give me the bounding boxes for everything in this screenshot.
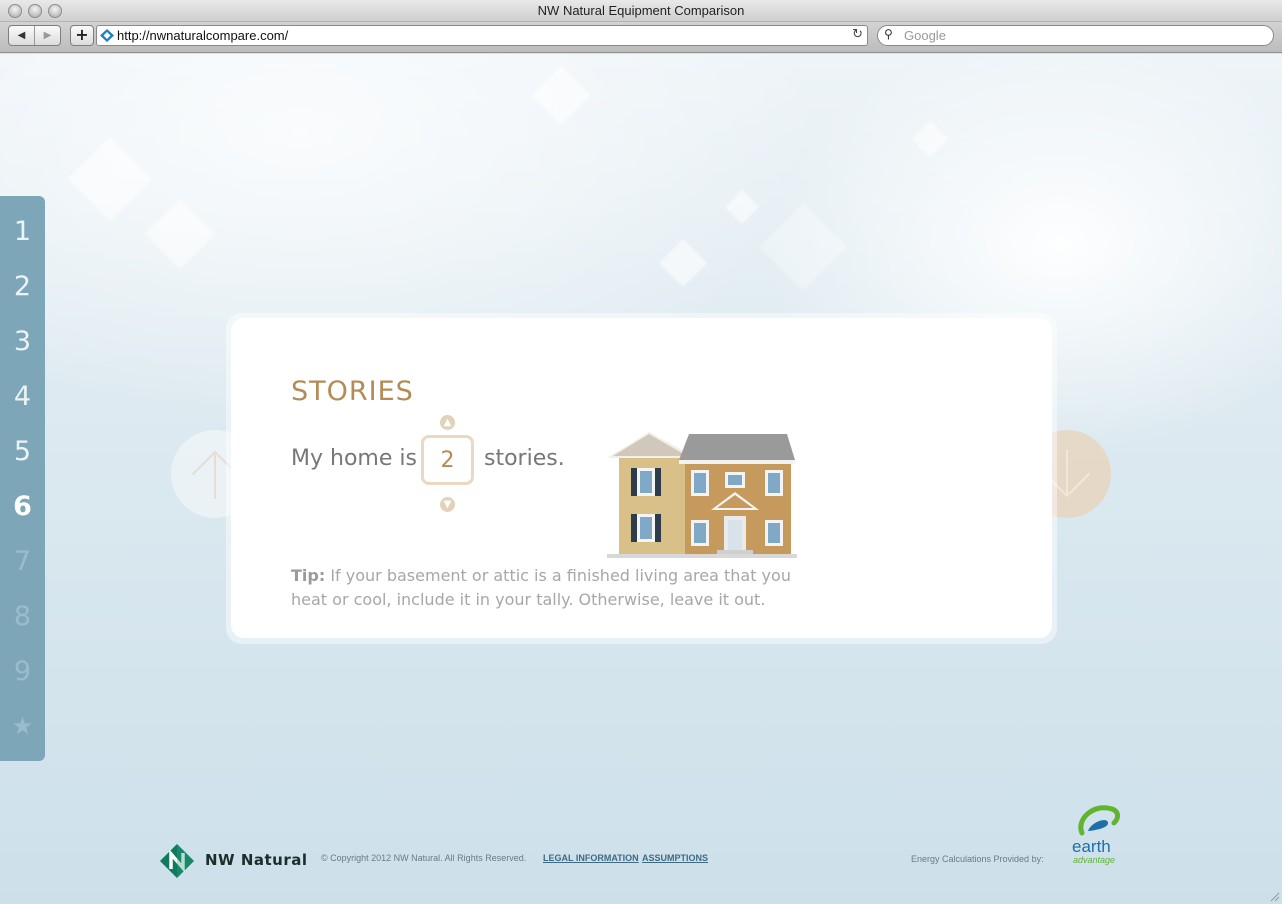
reload-icon[interactable]: ↻ [852, 27, 863, 42]
nw-natural-logo-icon[interactable] [160, 844, 194, 878]
back-button[interactable]: ◀ [9, 26, 34, 45]
assumptions-link[interactable]: ASSUMPTIONS [642, 853, 708, 863]
search-icon: ⚲ [884, 27, 893, 41]
decor-diamond [759, 203, 847, 291]
decor-diamond [725, 190, 759, 224]
step-results-star-icon[interactable]: ★ [0, 699, 45, 754]
tip-label: Tip: [291, 566, 326, 585]
plus-icon: + [75, 25, 89, 44]
decor-diamond [531, 65, 591, 125]
resize-grip-icon[interactable] [1268, 890, 1280, 902]
legal-information-link[interactable]: LEGAL INFORMATION [543, 853, 639, 863]
search-input[interactable] [904, 28, 1264, 43]
address-bar[interactable]: http://nwnaturalcompare.com/ ↻ [96, 25, 868, 46]
step-9[interactable]: 9 [0, 644, 45, 699]
question-card: STORIES My home is ▲ ▼ stories. [231, 318, 1052, 638]
house-illustration [607, 432, 797, 558]
step-6-current[interactable]: 6 [0, 479, 45, 534]
increment-button[interactable]: ▲ [440, 415, 455, 430]
decor-diamond [67, 136, 153, 222]
chevron-down-icon: ▼ [443, 499, 452, 510]
brand-name: NW Natural [205, 851, 308, 869]
step-navigation: 1 2 3 4 5 6 7 8 9 ★ [0, 196, 45, 761]
window-titlebar: NW Natural Equipment Comparison [0, 0, 1282, 22]
energy-credit-text: Energy Calculations Provided by: [911, 854, 1044, 864]
step-5[interactable]: 5 [0, 424, 45, 479]
tip-body: If your basement or attic is a finished … [291, 566, 791, 609]
history-buttons: ◀ ▶ [8, 25, 61, 46]
partner-name: earth [1072, 837, 1111, 856]
sentence-prefix: My home is [291, 446, 417, 471]
step-7[interactable]: 7 [0, 534, 45, 589]
step-8[interactable]: 8 [0, 589, 45, 644]
page-canvas: 1 2 3 4 5 6 7 8 9 ★ STORIES My home is ▲… [0, 54, 1282, 904]
decrement-button[interactable]: ▼ [440, 497, 455, 512]
chevron-up-icon: ▲ [443, 417, 452, 428]
copyright-text: © Copyright 2012 NW Natural. All Rights … [321, 853, 527, 863]
stories-stepper [421, 435, 474, 485]
tip-text: Tip: If your basement or attic is a fini… [291, 564, 811, 612]
site-favicon-icon [100, 29, 114, 42]
back-arrow-icon: ◀ [17, 30, 26, 41]
step-2[interactable]: 2 [0, 259, 45, 314]
url-text: http://nwnaturalcompare.com/ [117, 28, 289, 43]
sentence-suffix: stories. [484, 446, 565, 471]
stories-input[interactable] [424, 438, 471, 482]
step-3[interactable]: 3 [0, 314, 45, 369]
decor-diamond [144, 198, 216, 270]
forward-button[interactable]: ▶ [34, 26, 60, 45]
step-1[interactable]: 1 [0, 204, 45, 259]
partner-subtitle: advantage [1073, 855, 1116, 865]
search-bar[interactable]: ⚲ [877, 25, 1274, 46]
add-bookmark-button[interactable]: + [70, 25, 94, 46]
decor-diamond [658, 238, 708, 288]
decor-diamond [911, 120, 949, 158]
forward-arrow-icon: ▶ [43, 30, 52, 41]
browser-toolbar: ◀ ▶ + http://nwnaturalcompare.com/ ↻ ⚲ [0, 22, 1282, 53]
question-title: STORIES [291, 376, 414, 407]
step-4[interactable]: 4 [0, 369, 45, 424]
window-title: NW Natural Equipment Comparison [537, 3, 745, 18]
